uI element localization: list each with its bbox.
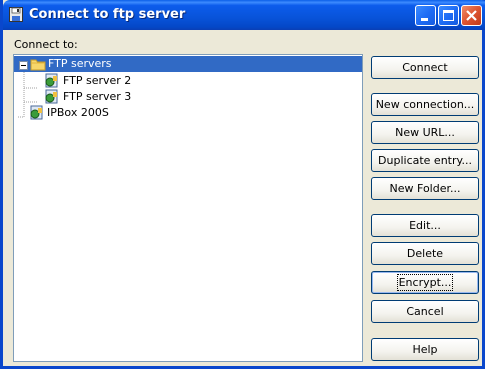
connect-button[interactable]: Connect <box>371 56 479 79</box>
window-title: Connect to ftp server <box>29 7 186 22</box>
duplicate-entry-button-label: Duplicate entry... <box>378 154 472 167</box>
minimize-icon <box>421 18 428 21</box>
new-connection-button-label: New connection... <box>375 98 475 111</box>
cancel-button[interactable]: Cancel <box>371 300 479 323</box>
new-connection-button[interactable]: New connection... <box>371 93 479 116</box>
delete-button-label: Delete <box>406 247 444 260</box>
tree-item-label: IPBox 200S <box>47 106 109 119</box>
new-url-button[interactable]: New URL... <box>371 121 479 144</box>
delete-button[interactable]: Delete <box>371 242 479 265</box>
help-button[interactable]: Help <box>371 338 479 361</box>
maximize-button[interactable] <box>438 5 459 26</box>
encrypt-button[interactable]: Encrypt... <box>371 271 479 294</box>
close-icon <box>466 10 477 21</box>
encrypt-button-label: Encrypt... <box>396 274 454 291</box>
new-folder-button-label: New Folder... <box>389 182 461 195</box>
floppy-disk-icon <box>9 7 23 22</box>
tree-item-ipbox-200s[interactable]: IPBox 200S <box>14 105 214 121</box>
tree-item-label: FTP server 2 <box>63 74 132 87</box>
tree-item-label: FTP servers <box>46 57 114 70</box>
tree-item-ftp-servers[interactable]: FTP servers <box>14 56 362 72</box>
dialog-window: Connect to ftp server Connect to: FTP se… <box>0 0 485 369</box>
close-button[interactable] <box>461 5 482 26</box>
minimize-button[interactable] <box>415 5 436 26</box>
folder-icon <box>30 57 46 74</box>
tree-item-label: FTP server 3 <box>63 90 132 103</box>
help-button-label: Help <box>412 343 438 356</box>
tree-item-ftp-server-3[interactable]: FTP server 3 <box>14 89 214 105</box>
duplicate-entry-button[interactable]: Duplicate entry... <box>371 149 479 172</box>
tree-item-ftp-server-2[interactable]: FTP server 2 <box>14 73 214 89</box>
server-tree[interactable]: FTP servers FTP server 2 FTP server 3 IP… <box>13 54 363 362</box>
edit-button-label: Edit... <box>409 219 441 232</box>
new-folder-button[interactable]: New Folder... <box>371 177 479 200</box>
edit-button[interactable]: Edit... <box>371 214 479 237</box>
ftp-server-icon <box>29 105 45 124</box>
connect-to-label: Connect to: <box>14 38 78 51</box>
new-url-button-label: New URL... <box>395 126 455 139</box>
title-bar[interactable]: Connect to ftp server <box>3 0 485 30</box>
collapse-toggle-icon[interactable] <box>19 60 28 73</box>
cancel-button-label: Cancel <box>406 305 444 318</box>
maximize-icon <box>443 10 454 21</box>
connect-button-label: Connect <box>402 61 448 74</box>
